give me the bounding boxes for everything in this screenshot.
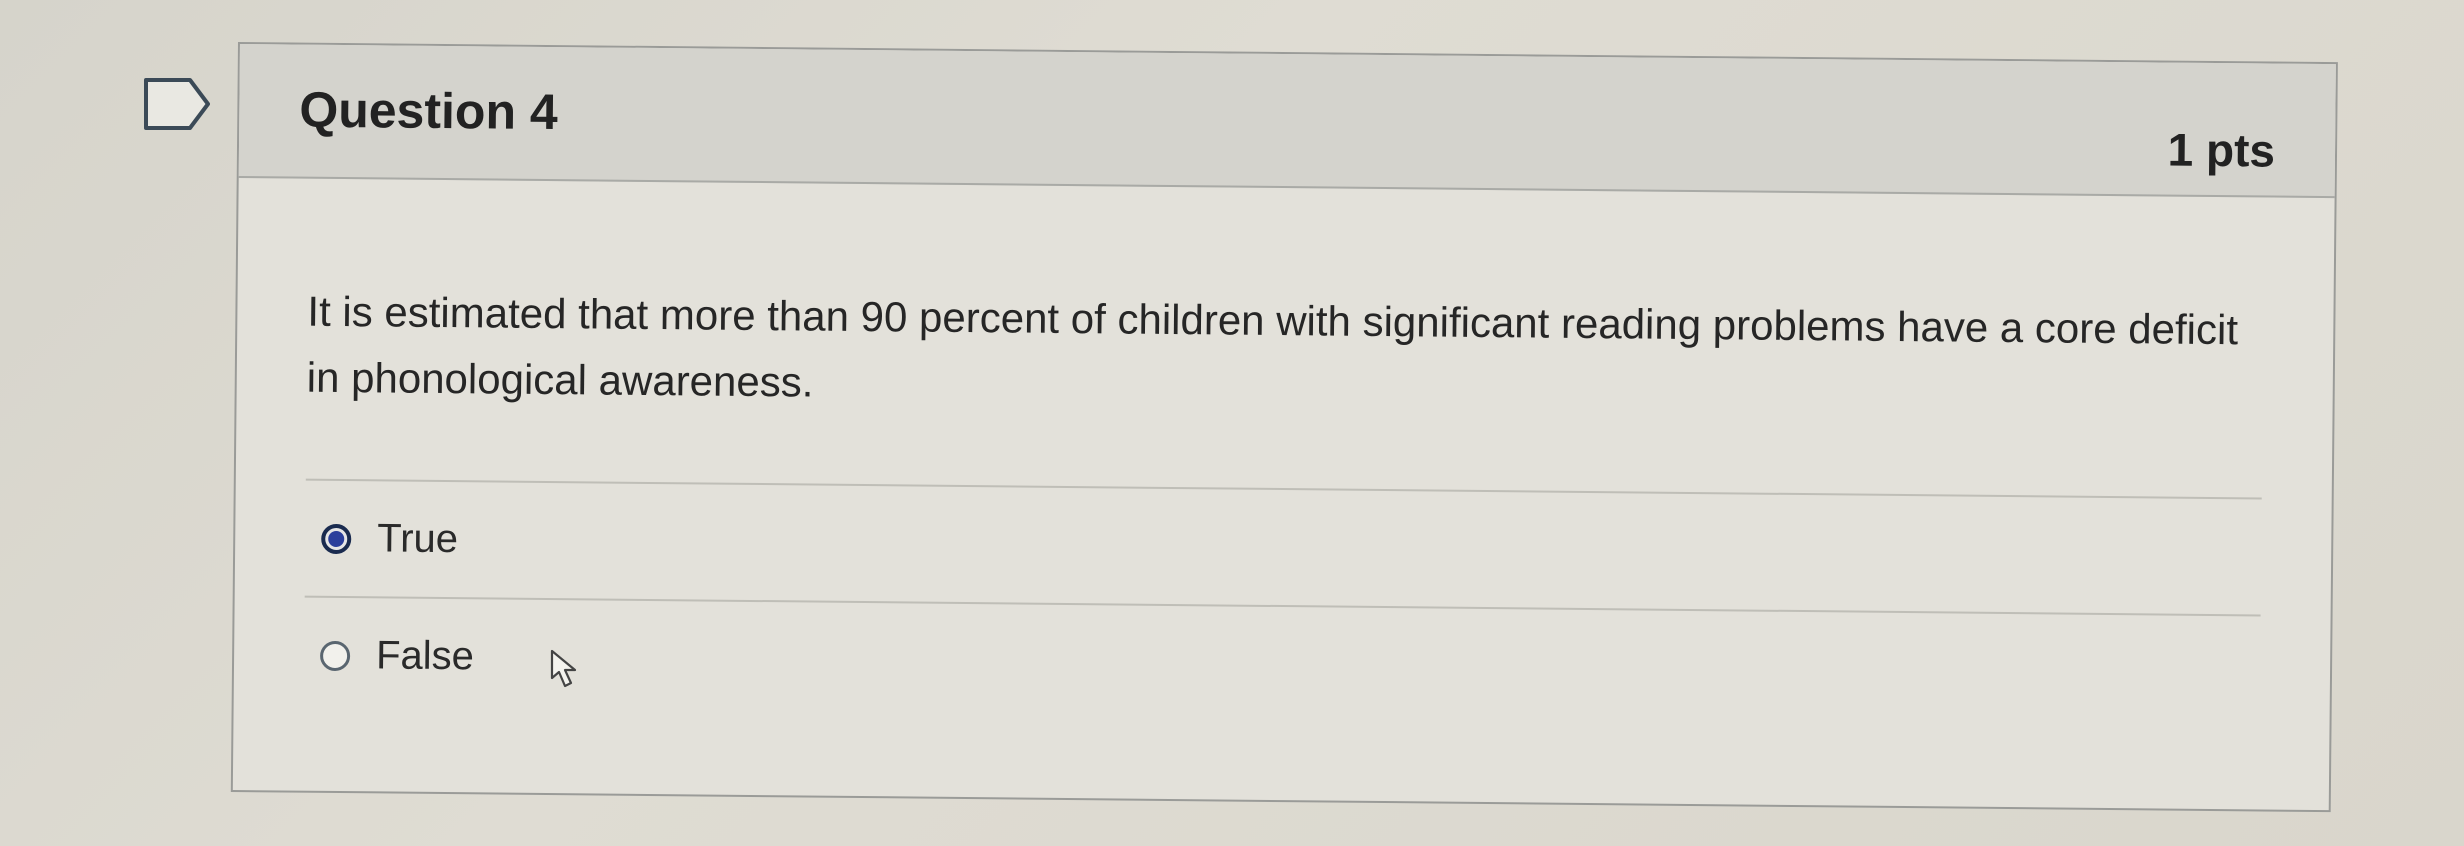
answer-label-true: True: [377, 516, 459, 562]
radio-button-false[interactable]: [319, 640, 351, 671]
question-points: 1 pts: [2167, 123, 2276, 177]
mouse-pointer-icon: [550, 649, 577, 688]
answer-label-false: False: [375, 633, 475, 679]
question-text: It is estimated that more than 90 percen…: [306, 287, 2239, 406]
radio-button-true[interactable]: [321, 523, 352, 554]
answer-option-true[interactable]: True: [305, 481, 2262, 615]
question-card: Question 4 1 pts It is estimated that mo…: [230, 42, 2338, 813]
question-title: Question 4: [299, 81, 558, 141]
question-header: Question 4 1 pts: [238, 44, 2336, 199]
answer-option-false[interactable]: False: [304, 598, 2261, 732]
flag-question-icon[interactable]: [142, 76, 212, 132]
radio-selected-dot: [328, 530, 345, 547]
